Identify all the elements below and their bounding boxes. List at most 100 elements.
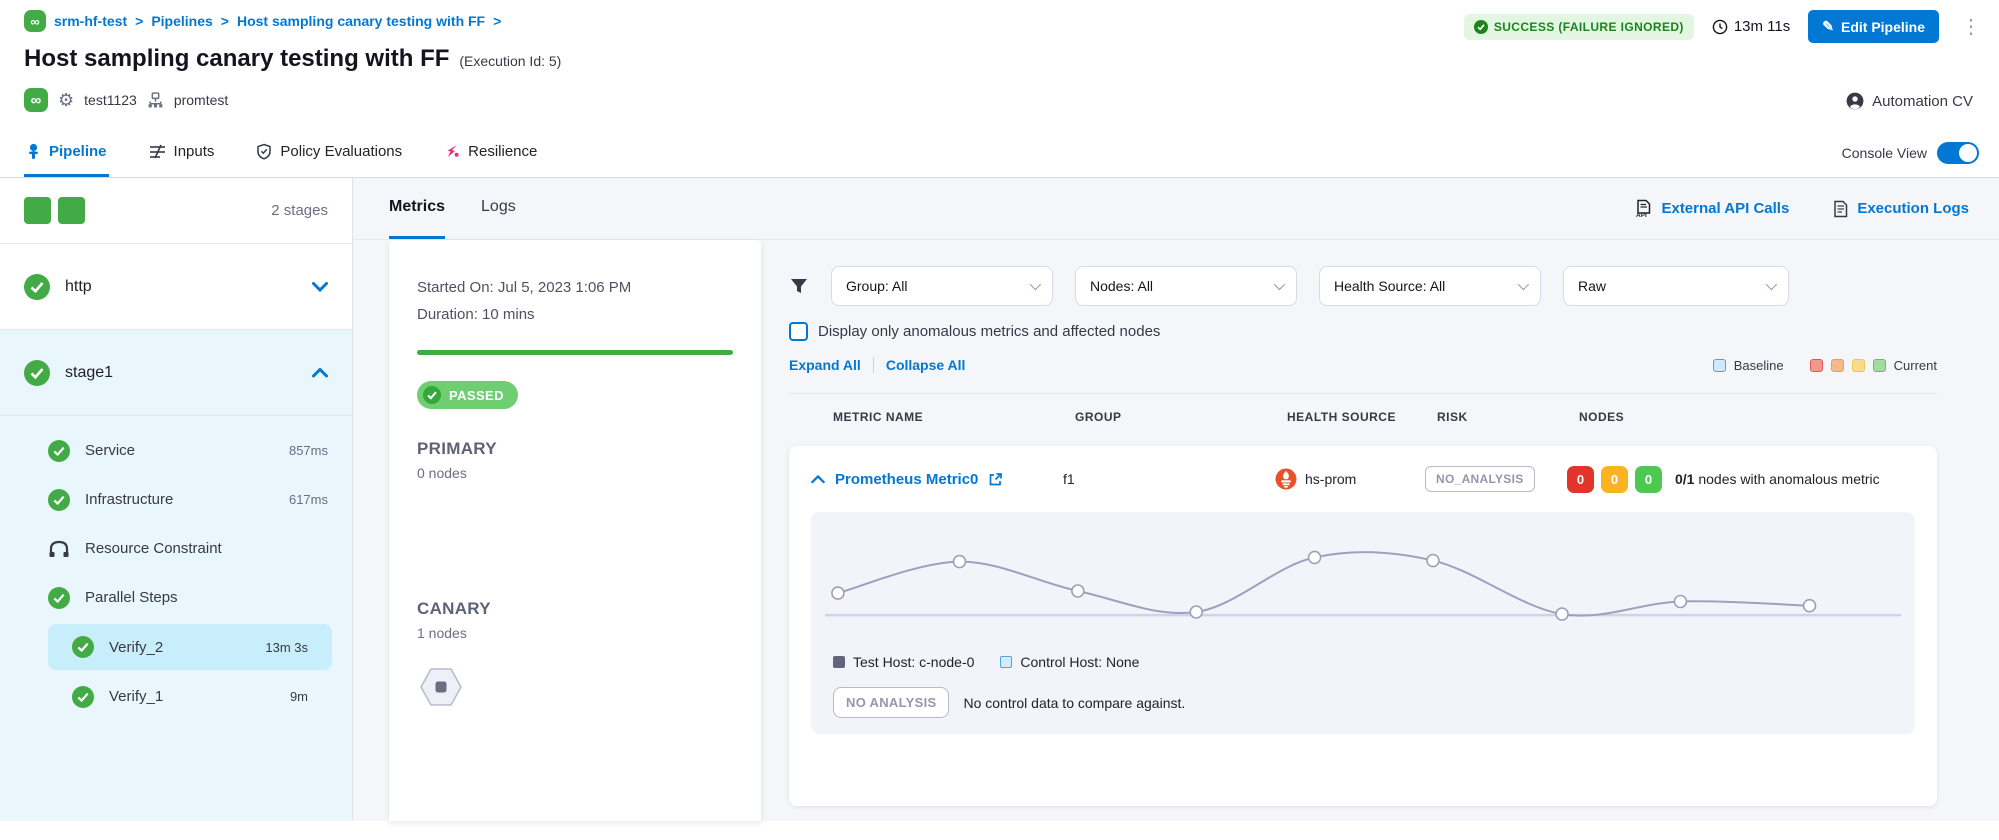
col-risk: RISK (1437, 410, 1579, 424)
metrics-zone: Group: All Nodes: All Health Source: All… (761, 240, 1999, 821)
health-source-name: hs-prom (1305, 471, 1356, 487)
check-circle-icon (48, 440, 70, 462)
monitored-service-name[interactable]: promtest (174, 92, 228, 108)
execution-tabstrip: Pipeline Inputs Policy Evaluations Res (0, 128, 1999, 178)
col-health-source: HEALTH SOURCE (1287, 410, 1437, 424)
stage-square-icon (24, 197, 51, 224)
col-metric-name: METRIC NAME (833, 410, 1075, 424)
sidebar-step-parallel-steps[interactable]: Parallel Steps (0, 573, 352, 622)
chart-color-legend: Baseline Current (1713, 358, 1937, 373)
check-circle-icon (24, 274, 50, 300)
external-api-calls-link[interactable]: API External API Calls (1635, 199, 1789, 218)
cd-module-icon: ∞ (24, 88, 48, 112)
check-icon (423, 386, 441, 404)
document-icon (1833, 200, 1848, 218)
metric-chart[interactable] (811, 512, 1915, 649)
check-circle-icon (48, 489, 70, 511)
breadcrumb-separator: > (135, 13, 143, 29)
data-mode-select[interactable]: Raw (1563, 266, 1789, 306)
kebab-menu-icon[interactable]: ⋮ (1957, 14, 1985, 39)
check-circle-icon (24, 360, 50, 386)
chevron-down-icon[interactable] (312, 282, 328, 292)
tab-logs[interactable]: Logs (481, 178, 516, 239)
breadcrumb-separator: > (493, 13, 501, 29)
verdict-badge: PASSED (417, 381, 518, 409)
tab-pipeline[interactable]: Pipeline (24, 128, 109, 177)
user-name: Automation CV (1872, 93, 1973, 110)
risk-badge: NO_ANALYSIS (1425, 466, 1535, 492)
tab-resilience[interactable]: Resilience (442, 128, 539, 177)
stage-sidebar: 2 stages http stage1 (0, 178, 353, 821)
sidebar-stage-stage1[interactable]: stage1 (0, 330, 352, 416)
collapse-chevron-up-icon[interactable] (811, 475, 825, 484)
triggered-by: Automation CV (1846, 92, 1973, 110)
status-badge: SUCCESS (FAILURE IGNORED) (1464, 14, 1694, 40)
expand-all-link[interactable]: Expand All (789, 357, 861, 373)
test-host-swatch (833, 656, 845, 668)
prometheus-icon (1275, 468, 1297, 490)
metrics-table-header: METRIC NAME GROUP HEALTH SOURCE RISK NOD… (789, 394, 1937, 440)
sidebar-step-verify-2[interactable]: Verify_213m 3s (48, 624, 332, 670)
metric-row[interactable]: Prometheus Metric0 f1 (789, 446, 1937, 512)
metric-name-link[interactable]: Prometheus Metric0 (835, 471, 978, 488)
anomalous-only-checkbox[interactable] (789, 322, 808, 341)
collapse-all-link[interactable]: Collapse All (886, 357, 966, 373)
stage-count: 2 stages (271, 202, 328, 219)
nodes-filter-select[interactable]: Nodes: All (1075, 266, 1297, 306)
page-title: Host sampling canary testing with FF (24, 45, 449, 73)
baseline-legend-swatch (1713, 359, 1726, 372)
sidebar-step-resource-constraint[interactable]: Resource Constraint (0, 524, 352, 573)
verification-duration: Duration: 10 mins (417, 301, 733, 328)
no-analysis-badge: NO ANALYSIS (833, 687, 949, 718)
verification-summary-card: Started On: Jul 5, 2023 1:06 PM Duration… (389, 240, 761, 821)
chevron-down-icon (1030, 279, 1041, 290)
breadcrumb-project[interactable]: srm-hf-test (54, 13, 127, 29)
chevron-down-icon (1518, 279, 1529, 290)
breadcrumb-separator: > (221, 13, 229, 29)
inputs-icon (149, 144, 166, 159)
gear-icon: ⚙ (58, 91, 74, 109)
primary-label: PRIMARY (417, 439, 733, 459)
check-circle-icon (72, 636, 94, 658)
breadcrumb-pipelines[interactable]: Pipelines (151, 13, 212, 29)
tab-metrics[interactable]: Metrics (389, 178, 445, 239)
tab-inputs[interactable]: Inputs (147, 128, 217, 177)
execution-id: (Execution Id: 5) (459, 53, 561, 69)
console-view-toggle[interactable] (1937, 142, 1979, 164)
avatar-icon (1846, 92, 1864, 110)
chevron-up-icon[interactable] (312, 368, 328, 378)
progress-bar (417, 350, 733, 355)
current-green-swatch (1873, 359, 1886, 372)
sidebar-step-service[interactable]: Service857ms (0, 426, 352, 475)
filter-funnel-icon[interactable] (789, 276, 809, 296)
sidebar-stage-http[interactable]: http (0, 244, 352, 330)
tab-policy-evaluations[interactable]: Policy Evaluations (254, 128, 404, 177)
canary-node-hexagon-icon[interactable] (417, 663, 465, 711)
page-header: ∞ srm-hf-test > Pipelines > Host samplin… (0, 0, 1999, 112)
execution-logs-link[interactable]: Execution Logs (1833, 199, 1969, 218)
test-host-legend: Test Host: c-node-0 (833, 654, 974, 670)
pipeline-icon (26, 143, 41, 160)
health-source-filter-select[interactable]: Health Source: All (1319, 266, 1541, 306)
external-link-icon[interactable] (988, 472, 1003, 487)
console-view-label: Console View (1842, 145, 1927, 161)
node-count-red-badge: 0 (1567, 466, 1594, 493)
service-name[interactable]: test1123 (84, 92, 137, 108)
divider (873, 357, 874, 373)
success-check-icon (1474, 20, 1488, 34)
node-count-yellow-badge: 0 (1601, 466, 1628, 493)
metric-group: f1 (1063, 471, 1275, 487)
anomalous-only-label: Display only anomalous metrics and affec… (818, 323, 1160, 340)
sidebar-step-verify-1[interactable]: Verify_19m (0, 672, 332, 721)
metric-row-card: Prometheus Metric0 f1 (789, 446, 1937, 806)
sidebar-step-infrastructure[interactable]: Infrastructure617ms (0, 475, 352, 524)
canary-node-count: 1 nodes (417, 625, 733, 641)
breadcrumb-pipeline-name[interactable]: Host sampling canary testing with FF (237, 13, 485, 29)
canary-label: CANARY (417, 599, 733, 619)
started-on: Started On: Jul 5, 2023 1:06 PM (417, 274, 733, 301)
edit-pipeline-button[interactable]: ✎ Edit Pipeline (1808, 10, 1939, 43)
group-filter-select[interactable]: Group: All (831, 266, 1053, 306)
stage-count-row: 2 stages (0, 178, 352, 244)
control-host-swatch (1000, 656, 1012, 668)
resilience-icon (444, 143, 460, 159)
